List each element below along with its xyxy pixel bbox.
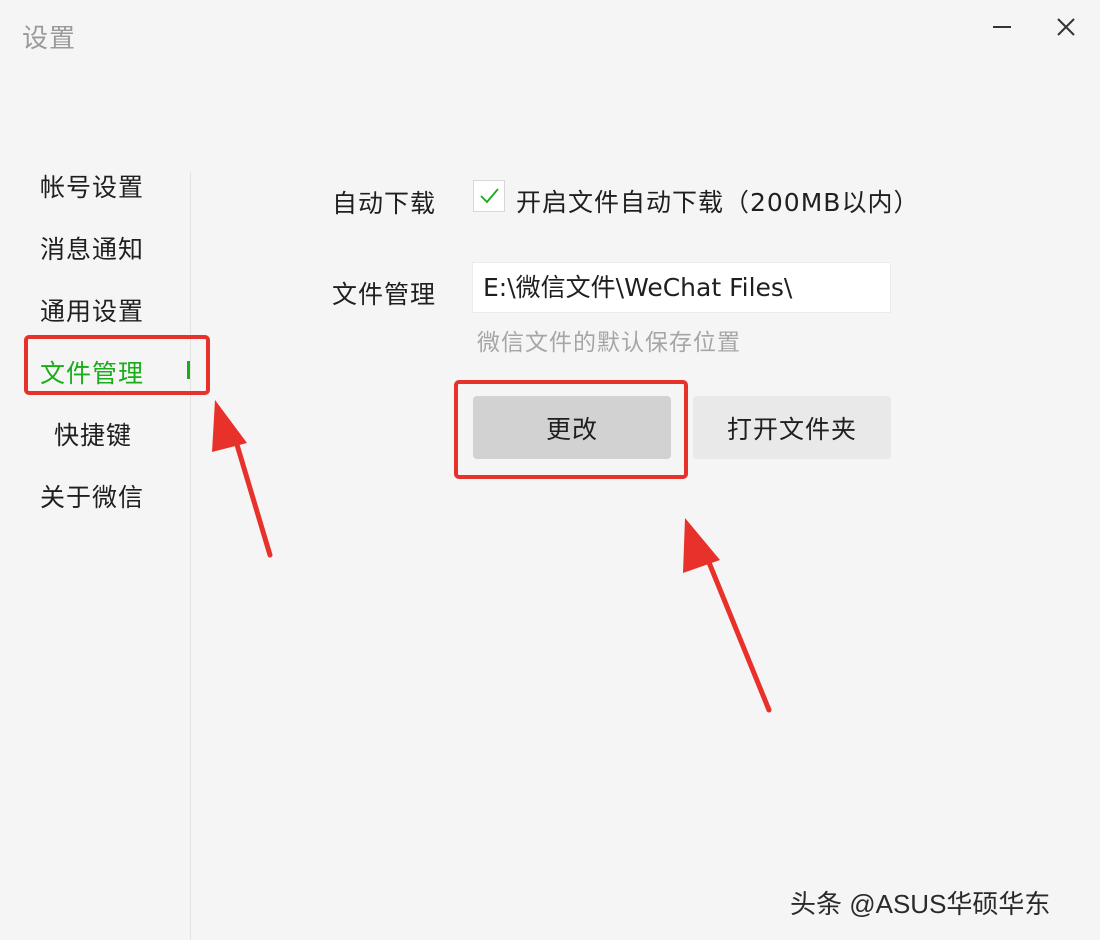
- auto-download-checkbox-label[interactable]: 开启文件自动下载（200MB以内）: [516, 183, 919, 219]
- sidebar-item-shortcuts[interactable]: 快捷键: [54, 416, 132, 452]
- file-path-field[interactable]: E:\微信文件\WeChat Files\: [472, 262, 891, 313]
- minimize-button[interactable]: [983, 10, 1023, 44]
- sidebar-item-general[interactable]: 通用设置: [40, 292, 144, 328]
- close-icon: [1057, 18, 1075, 36]
- change-button[interactable]: 更改: [473, 396, 671, 459]
- sidebar-item-about[interactable]: 关于微信: [40, 478, 144, 514]
- sidebar-item-account[interactable]: 帐号设置: [40, 168, 144, 204]
- open-folder-button[interactable]: 打开文件夹: [693, 396, 891, 459]
- arrow-to-change-button: [683, 518, 772, 713]
- auto-download-label: 自动下载: [332, 189, 437, 218]
- sidebar-item-file-management[interactable]: 文件管理: [40, 354, 144, 390]
- arrow-to-file-management: [212, 400, 273, 558]
- file-management-label: 文件管理: [332, 280, 437, 309]
- close-button[interactable]: [1046, 10, 1086, 44]
- auto-download-checkbox[interactable]: [473, 180, 505, 212]
- window-title: 设置: [22, 24, 77, 54]
- annotation-arrows: [212, 400, 772, 713]
- sidebar-item-notifications[interactable]: 消息通知: [40, 230, 144, 266]
- settings-window: 设置 帐号设置 消息通知 通用设置 文件管理 快捷键 关于微信 自动下载 开启文…: [0, 0, 1100, 940]
- watermark: 头条 @ASUS华硕华东: [790, 889, 1051, 919]
- checkmark-icon: [480, 188, 499, 204]
- file-path-hint: 微信文件的默认保存位置: [477, 330, 741, 356]
- minimize-icon: [993, 26, 1011, 28]
- sidebar-divider: [190, 172, 191, 940]
